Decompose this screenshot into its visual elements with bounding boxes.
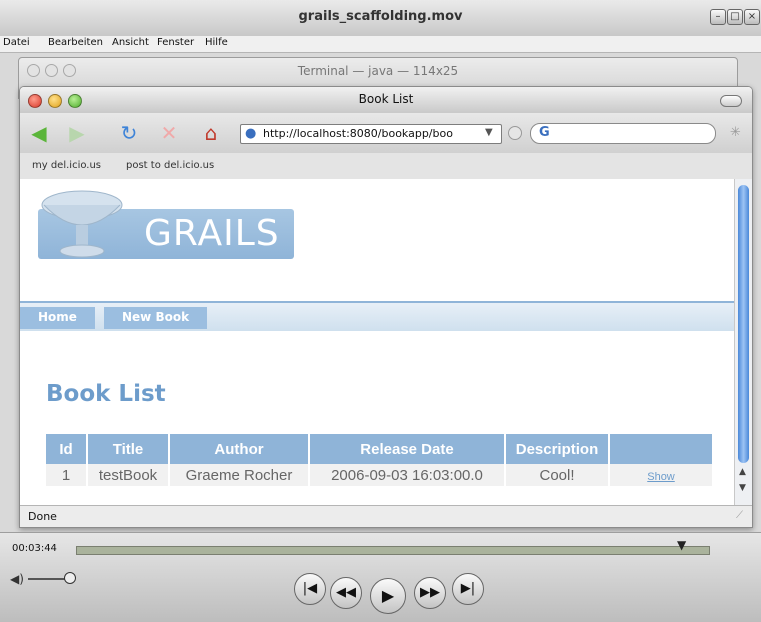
fast-forward-icon[interactable]: ▶▶ [414, 577, 446, 609]
menu-fenster[interactable]: Fenster [157, 37, 194, 48]
book-table: Id Title Author Release Date Description… [46, 434, 714, 486]
logo-text: GRAILS [144, 213, 280, 254]
scroll-up-icon[interactable]: ▲ [739, 467, 746, 477]
menu-ansicht[interactable]: Ansicht [112, 37, 149, 48]
page-title: Book List [46, 381, 166, 407]
throbber-icon: ✳ [730, 125, 741, 140]
show-link[interactable]: Show [647, 471, 675, 483]
cell-title: testBook [87, 464, 170, 486]
nav-new-book[interactable]: New Book [104, 307, 208, 329]
toolbar-toggle-icon[interactable] [720, 95, 742, 107]
back-arrow-icon[interactable]: ◀ [26, 121, 52, 145]
volume-icon: ◀) [10, 572, 24, 586]
volume-knob[interactable] [64, 572, 76, 584]
menu-datei[interactable]: Datei [3, 37, 30, 48]
quicktime-titlebar: grails_scaffolding.mov – □ × [0, 0, 761, 37]
forward-arrow-icon[interactable]: ▶ [64, 121, 90, 145]
cell-description: Cool! [505, 464, 610, 486]
google-icon[interactable]: G [539, 125, 550, 140]
quicktime-window-title: grails_scaffolding.mov [298, 9, 463, 24]
url-field[interactable]: ● http://localhost:8080/bookapp/boo ▼ [240, 124, 502, 144]
bookmarks-bar: my del.icio.us post to del.icio.us [20, 153, 752, 180]
go-icon[interactable] [508, 126, 522, 140]
browser-toolbar: ◀ ▶ ↻ ✕ ⌂ ● http://localhost:8080/bookap… [20, 113, 752, 153]
page-content: GRAILS Home New Book Book List Id Title … [20, 179, 734, 505]
cell-id: 1 [46, 464, 88, 486]
playhead-icon[interactable]: ▼ [677, 538, 686, 552]
vertical-scrollbar[interactable]: ▲ ▼ [734, 179, 752, 505]
column-header-id[interactable]: Id [46, 434, 88, 464]
resize-grip-icon[interactable]: ⟋ [736, 510, 743, 521]
bookmark-post-to-delicious[interactable]: post to del.icio.us [126, 160, 214, 171]
menu-bearbeiten[interactable]: Bearbeiten [48, 37, 103, 48]
volume-slider[interactable] [28, 578, 68, 580]
go-to-start-icon[interactable]: |◀ [294, 573, 326, 605]
terminal-title: Terminal — java — 114x25 [297, 64, 459, 78]
column-header-release-date[interactable]: Release Date [309, 434, 506, 464]
go-to-end-icon[interactable]: ▶| [452, 573, 484, 605]
scroll-down-icon[interactable]: ▼ [739, 483, 746, 493]
rewind-icon[interactable]: ◀◀ [330, 577, 362, 609]
browser-window: Book List ◀ ▶ ↻ ✕ ⌂ ● http://localhost:8… [19, 86, 753, 528]
column-header-description[interactable]: Description [505, 434, 610, 464]
home-icon[interactable]: ⌂ [198, 121, 224, 145]
bookmark-my-delicious[interactable]: my del.icio.us [32, 160, 101, 171]
search-field[interactable]: G [530, 123, 716, 144]
table-row: 1 testBook Graeme Rocher 2006-09-03 16:0… [46, 464, 714, 486]
browser-titlebar: Book List [20, 87, 752, 114]
close-icon[interactable]: × [744, 9, 760, 25]
menu-hilfe[interactable]: Hilfe [205, 37, 228, 48]
url-text: http://localhost:8080/bookapp/boo [263, 127, 453, 140]
nav-home[interactable]: Home [20, 307, 95, 329]
status-bar: Done ⟋ [20, 505, 752, 527]
cell-release-date: 2006-09-03 16:03:00.0 [309, 464, 506, 486]
nav-bar: Home New Book [20, 301, 734, 331]
scrollbar-thumb[interactable] [738, 185, 749, 463]
column-header-actions [609, 434, 714, 464]
table-header-row: Id Title Author Release Date Description [46, 434, 714, 464]
cell-author: Graeme Rocher [169, 464, 310, 486]
column-header-author[interactable]: Author [169, 434, 310, 464]
quicktime-menubar: Datei Bearbeiten Ansicht Fenster Hilfe [0, 36, 761, 53]
grails-logo[interactable]: GRAILS [34, 185, 296, 263]
minimize-icon[interactable]: – [710, 9, 726, 25]
url-dropdown-icon[interactable]: ▼ [485, 127, 493, 138]
maximize-icon[interactable]: □ [727, 9, 743, 25]
stop-icon[interactable]: ✕ [156, 121, 182, 145]
play-icon[interactable]: ▶ [370, 578, 406, 614]
timecode: 00:03:44 [12, 543, 57, 554]
reload-icon[interactable]: ↻ [116, 121, 142, 145]
quicktime-controls: 00:03:44 ▼ ◀) |◀ ◀◀ ▶ ▶▶ ▶| [0, 532, 761, 622]
progress-bar[interactable] [76, 546, 710, 555]
trophy-icon [41, 190, 123, 258]
browser-title: Book List [358, 92, 414, 106]
column-header-title[interactable]: Title [87, 434, 170, 464]
globe-icon: ● [245, 126, 257, 141]
cell-action: Show [609, 464, 714, 486]
status-text: Done [28, 510, 57, 523]
